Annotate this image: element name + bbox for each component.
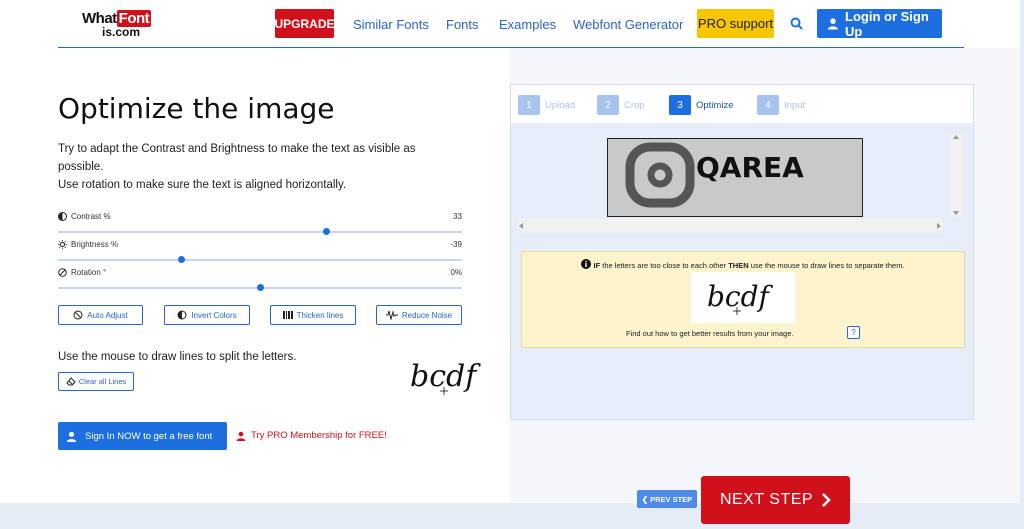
next-step-button[interactable]: NEXT STEP xyxy=(701,476,850,524)
better-results-text: Find out how to get better results from … xyxy=(626,329,794,338)
clear-lines-button[interactable]: Clear all Lines xyxy=(58,372,134,391)
step-optimize[interactable]: 3 Optimize xyxy=(669,95,733,115)
contrast-label: Contrast % xyxy=(58,212,111,221)
signin-free-font-button[interactable]: Sign In NOW to get a free font xyxy=(58,422,227,450)
info-icon xyxy=(581,259,592,269)
rotation-value: 0% xyxy=(450,268,462,277)
image-editor-panel: 1 Upload 2 Crop 3 Optimize 4 Input QAREA xyxy=(510,84,974,420)
nav-similar-fonts[interactable]: Similar Fonts xyxy=(353,17,429,32)
pro-membership-label: Try PRO Membership for FREE! xyxy=(251,430,387,441)
rotation-label-text: Rotation ° xyxy=(71,268,107,277)
chevron-right-icon xyxy=(822,493,831,507)
user-icon xyxy=(66,431,77,442)
rotation-icon xyxy=(58,268,67,277)
site-logo[interactable]: What Font is.com xyxy=(82,10,162,40)
image-preview-area[interactable]: QAREA xyxy=(511,123,973,233)
prev-step-label: PREV STEP xyxy=(650,494,693,504)
step-label: Optimize xyxy=(696,99,734,111)
nav-examples[interactable]: Examples xyxy=(499,17,556,32)
step-input[interactable]: 4 Input xyxy=(757,95,805,115)
auto-adjust-button[interactable]: Auto Adjust xyxy=(58,305,143,325)
nav-webfont-generator[interactable]: Webfont Generator xyxy=(573,17,683,32)
auto-adjust-icon xyxy=(73,310,83,320)
user-icon xyxy=(236,431,246,441)
thicken-lines-icon xyxy=(282,311,293,319)
tip-text: IF the letters are too close to each oth… xyxy=(522,259,964,270)
vertical-scrollbar[interactable] xyxy=(949,133,963,217)
user-icon xyxy=(827,18,839,30)
page-scroll-edge xyxy=(1020,0,1024,529)
tip-text-1: the letters are too close to each other xyxy=(602,261,727,270)
step-number: 3 xyxy=(669,95,691,115)
brightness-track[interactable] xyxy=(58,259,462,261)
step-number: 1 xyxy=(518,95,540,115)
reduce-noise-icon xyxy=(385,310,398,320)
step-number: 2 xyxy=(597,95,619,115)
search-icon[interactable] xyxy=(790,17,803,30)
brightness-thumb[interactable] xyxy=(177,256,185,263)
example-sample-text: bcdf xyxy=(410,359,481,394)
help-button[interactable]: ? xyxy=(847,326,860,339)
brightness-label-text: Brightness % xyxy=(71,240,119,249)
rotation-thumb[interactable] xyxy=(256,284,264,291)
step-label: Input xyxy=(784,99,806,111)
nav-fonts[interactable]: Fonts xyxy=(446,17,479,32)
split-letters-example-image: bcdf xyxy=(396,350,500,403)
tip-then: THEN xyxy=(728,261,749,270)
thicken-lines-button[interactable]: Thicken lines xyxy=(270,305,356,325)
tip-if: IF xyxy=(593,261,601,270)
prev-step-button[interactable]: ❮ PREV STEP xyxy=(637,490,697,508)
step-label: Crop xyxy=(624,99,645,111)
site-header: What Font is.com UPGRADE Similar Fonts Fo… xyxy=(0,0,1024,48)
clear-lines-label: Clear all Lines xyxy=(78,377,127,386)
login-signup-button[interactable]: Login or Sign Up xyxy=(817,8,942,39)
step-crop[interactable]: 2 Crop xyxy=(597,95,645,115)
reduce-noise-button[interactable]: Reduce Noise xyxy=(376,305,462,325)
separate-letters-tip: IF the letters are too close to each oth… xyxy=(521,251,965,348)
brightness-icon xyxy=(58,240,67,249)
invert-colors-icon xyxy=(177,310,187,320)
instructions-line-1: Try to adapt the Contrast and Brightness… xyxy=(58,143,416,173)
pro-membership-link[interactable]: Try PRO Membership for FREE! xyxy=(236,430,387,441)
invert-colors-button[interactable]: Invert Colors xyxy=(164,305,250,325)
reduce-noise-label: Reduce Noise xyxy=(401,310,453,320)
contrast-track[interactable] xyxy=(58,231,462,233)
login-label: Login or Sign Up xyxy=(845,8,929,39)
tip-example-image: bcdf xyxy=(691,272,795,323)
next-step-label: NEXT STEP xyxy=(719,491,814,508)
contrast-label-text: Contrast % xyxy=(71,212,111,221)
pro-support-button[interactable]: PRO support xyxy=(697,9,774,38)
tip-text-2: use the mouse to draw lines to separate … xyxy=(750,261,905,270)
step-number: 4 xyxy=(757,95,779,115)
instructions-line-2: Use rotation to make sure the text is al… xyxy=(58,179,347,191)
page-title: Optimize the image xyxy=(58,92,335,125)
wizard-steps: 1 Upload 2 Crop 3 Optimize 4 Input xyxy=(511,85,973,123)
upgrade-button[interactable]: UPGRADE xyxy=(275,9,335,38)
brightness-value: -39 xyxy=(450,240,462,249)
auto-adjust-label: Auto Adjust xyxy=(87,310,128,320)
instructions: Try to adapt the Contrast and Brightness… xyxy=(58,140,438,194)
footer-band xyxy=(0,503,1024,529)
chevron-left-icon: ❮ xyxy=(641,494,649,504)
uploaded-image[interactable]: QAREA xyxy=(607,138,863,217)
rotation-label: Rotation ° xyxy=(58,268,106,277)
step-label: Upload xyxy=(545,99,576,111)
signin-label: Sign In NOW to get a free font xyxy=(85,430,213,442)
horizontal-scrollbar[interactable] xyxy=(517,219,943,233)
tip-sample-text: bcdf xyxy=(707,280,774,313)
contrast-value: 33 xyxy=(453,212,462,221)
brightness-label: Brightness % xyxy=(58,240,118,249)
logo-domain: is.com xyxy=(102,25,141,39)
invert-colors-label: Invert Colors xyxy=(191,310,237,320)
draw-lines-hint: Use the mouse to draw lines to split the… xyxy=(58,351,297,363)
contrast-icon xyxy=(58,212,67,221)
thicken-lines-label: Thicken lines xyxy=(296,310,344,320)
eraser-icon xyxy=(66,377,76,386)
preview-text: QAREA xyxy=(696,151,804,184)
step-upload[interactable]: 1 Upload xyxy=(518,95,575,115)
